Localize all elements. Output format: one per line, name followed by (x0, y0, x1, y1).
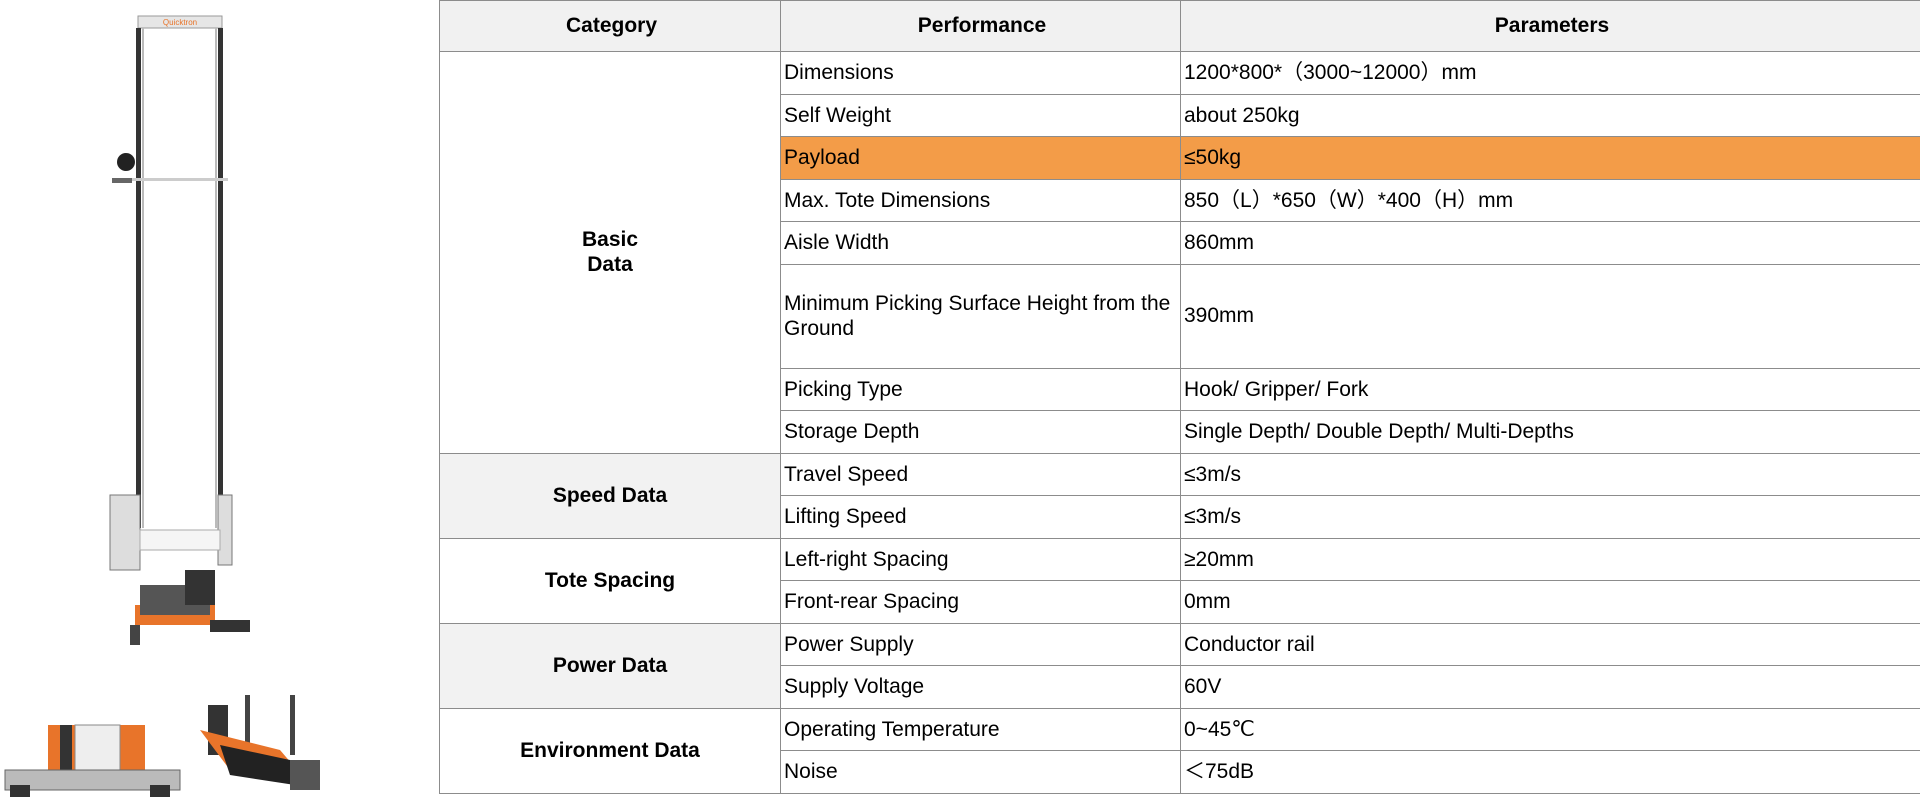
parameter-cell: 390mm (1180, 263, 1920, 369)
performance-cell: Power Supply (780, 622, 1181, 666)
performance-cell: Max. Tote Dimensions (780, 178, 1181, 222)
table-row: Speed Data Travel Speed ≤3m/s (439, 452, 1920, 539)
parameter-cell: ＜75dB (1180, 750, 1920, 794)
performance-cell: Minimum Picking Surface Height from the … (780, 263, 1181, 369)
performance-cell: Self Weight (780, 93, 1181, 137)
parameter-cell: 850（L）*650（W）*400（H）mm (1180, 178, 1920, 222)
category-label-line: Basic (581, 228, 639, 252)
parameter-cell: about 250kg (1180, 93, 1920, 137)
performance-cell: Picking Type (780, 367, 1181, 411)
parameter-cell: ≤3m/s (1180, 495, 1920, 539)
category-label-line: Data (587, 253, 633, 277)
header-category: Category (439, 0, 781, 52)
table-row: Environment Data Operating Temperature 0… (439, 707, 1920, 794)
table-row: Tote Spacing Left-right Spacing ≥20mm (439, 537, 1920, 624)
category-cell: Environment Data (439, 707, 781, 794)
parameter-cell: ≤50kg (1180, 136, 1920, 180)
category-cell: Power Data (439, 622, 781, 709)
parameter-cell: 860mm (1180, 221, 1920, 265)
performance-cell: Noise (780, 750, 1181, 794)
parameter-cell: 1200*800*（3000~12000）mm (1180, 51, 1920, 95)
robot-detail-image-1 (4, 724, 181, 797)
performance-cell: Operating Temperature (780, 707, 1181, 751)
performance-cell: Aisle Width (780, 221, 1181, 265)
robot-main-image: Quicktron (109, 15, 250, 645)
specification-table: Category Performance Parameters Basic Da… (439, 0, 1920, 794)
product-image-panel: Quicktron (0, 0, 440, 811)
performance-cell: Front-rear Spacing (780, 580, 1181, 624)
parameter-cell: 0~45℃ (1180, 707, 1920, 751)
parameter-cell: 60V (1180, 665, 1920, 709)
parameter-cell: Conductor rail (1180, 622, 1920, 666)
parameter-cell: Hook/ Gripper/ Fork (1180, 367, 1920, 411)
performance-cell: Dimensions (780, 51, 1181, 95)
header-performance: Performance (780, 0, 1181, 52)
performance-cell: Travel Speed (780, 452, 1181, 496)
robot-detail-image-2 (200, 695, 320, 790)
table-row: Basic Data Dimensions 1200*800*（3000~120… (439, 51, 1920, 454)
category-cell: Speed Data (439, 452, 781, 539)
parameter-cell: ≤3m/s (1180, 452, 1920, 496)
performance-cell: Payload (780, 136, 1181, 180)
parameter-cell: ≥20mm (1180, 537, 1920, 581)
performance-cell: Lifting Speed (780, 495, 1181, 539)
table-row: Power Data Power Supply Conductor rail (439, 622, 1920, 709)
robot-logo-text: Quicktron (163, 18, 197, 27)
performance-cell: Supply Voltage (780, 665, 1181, 709)
parameter-cell: Single Depth/ Double Depth/ Multi-Depths (1180, 410, 1920, 454)
category-cell: Basic Data (439, 51, 781, 454)
performance-cell: Left-right Spacing (780, 537, 1181, 581)
category-cell: Tote Spacing (439, 537, 781, 624)
header-parameters: Parameters (1180, 0, 1920, 52)
table-header-row: Category Performance Parameters (439, 0, 1920, 52)
performance-cell: Storage Depth (780, 410, 1181, 454)
parameter-cell: 0mm (1180, 580, 1920, 624)
